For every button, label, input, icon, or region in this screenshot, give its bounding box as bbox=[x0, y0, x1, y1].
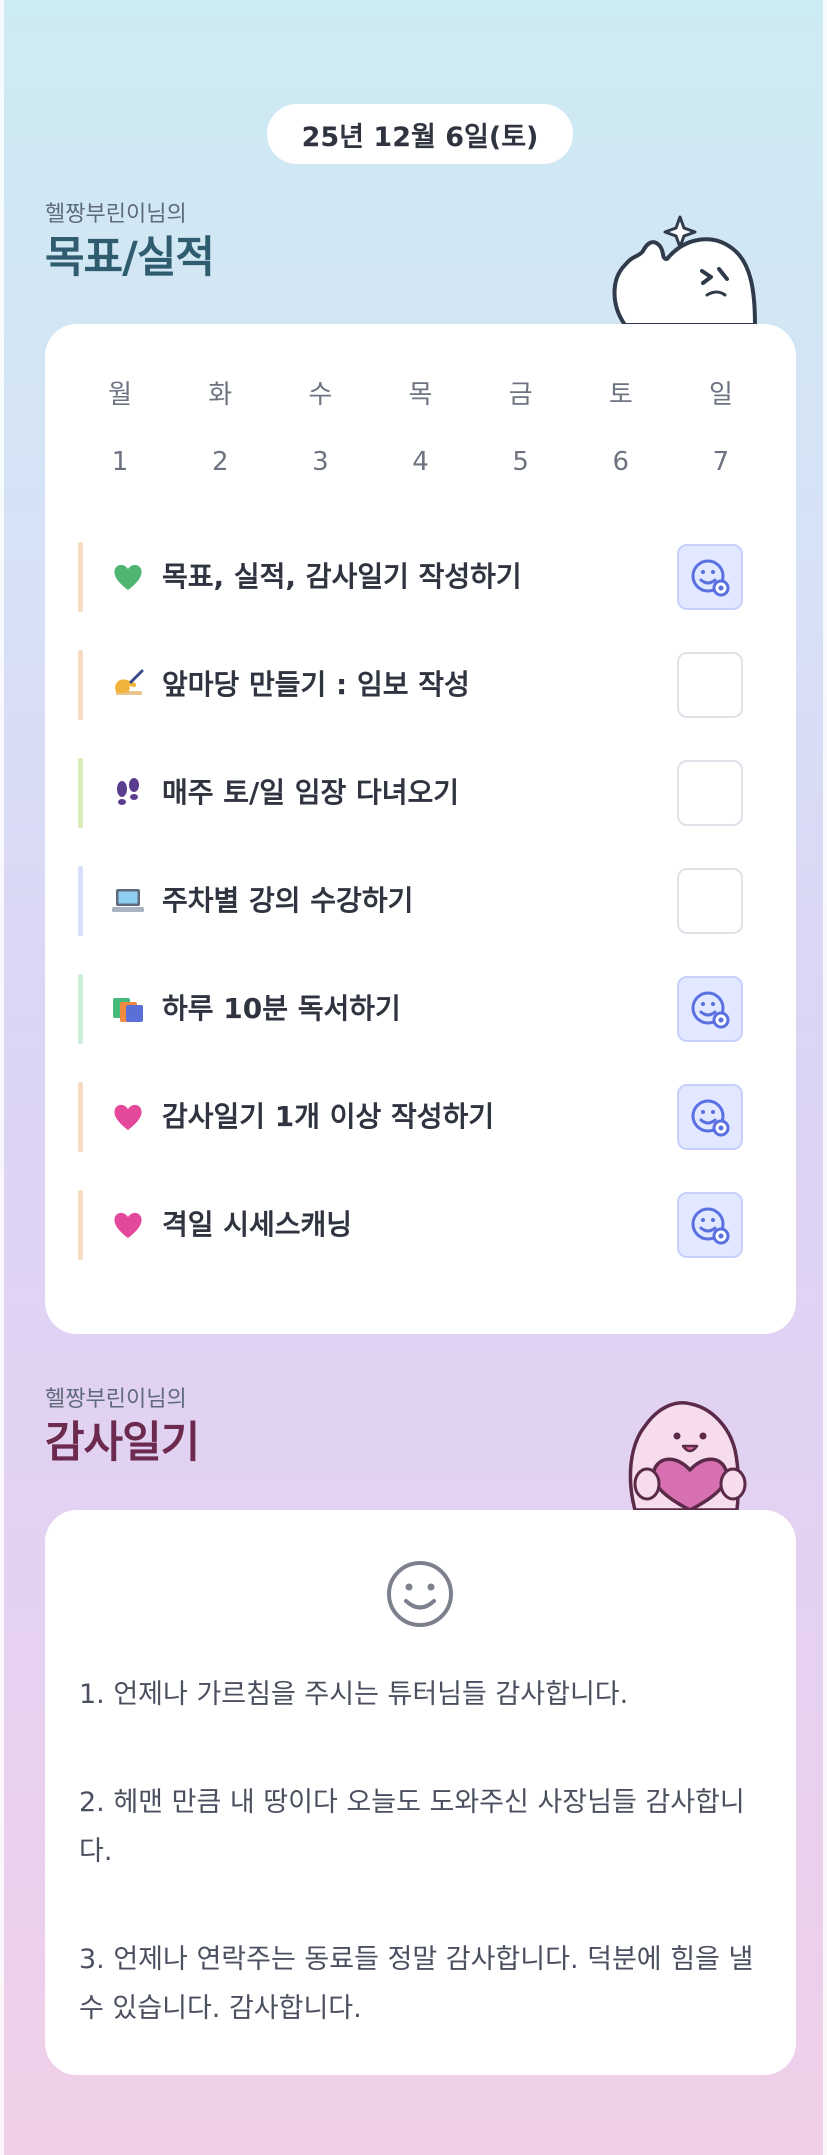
goal-check-button[interactable] bbox=[677, 652, 743, 718]
thanks-owner-label: 헬짱부린이님의 bbox=[45, 1387, 187, 1412]
day-name-sat[interactable]: 토 bbox=[571, 374, 671, 411]
goals-title: 목표/실적 bbox=[45, 233, 215, 283]
goal-item: 매주 토/일 임장 다녀오기 bbox=[78, 758, 743, 828]
week-day-names: 월 화 수 목 금 토 일 bbox=[70, 374, 771, 411]
week-day-numbers: 1 2 3 4 5 6 7 bbox=[70, 447, 771, 477]
smile-check-icon bbox=[691, 991, 730, 1029]
thanks-section-header: 헬짱부린이님의 감사일기 bbox=[45, 1387, 200, 1468]
day-name-fri[interactable]: 금 bbox=[471, 374, 571, 411]
goals-card: 월 화 수 목 금 토 일 1 2 3 4 5 6 7 목표, 실적, 감사일기… bbox=[45, 324, 796, 1334]
frame-edge-left bbox=[0, 0, 4, 2155]
smile-check-icon bbox=[691, 1207, 730, 1245]
day-number-6[interactable]: 6 bbox=[571, 447, 671, 477]
goal-accent-bar bbox=[78, 650, 83, 720]
goal-accent-bar bbox=[78, 1082, 83, 1152]
pink-heart-icon bbox=[111, 1208, 145, 1242]
footprints-icon bbox=[111, 776, 145, 810]
goal-check-button[interactable] bbox=[677, 760, 743, 826]
day-name-thu[interactable]: 목 bbox=[370, 374, 470, 411]
heart-mascot-icon bbox=[628, 1401, 747, 1510]
day-number-5[interactable]: 5 bbox=[471, 447, 571, 477]
goal-label: 격일 시세스캐닝 bbox=[162, 1208, 353, 1241]
writing-hand-icon bbox=[111, 668, 145, 702]
smiley-icon bbox=[387, 1561, 453, 1627]
goal-label: 앞마당 만들기 : 임보 작성 bbox=[162, 668, 470, 701]
goal-check-button[interactable] bbox=[677, 1084, 743, 1150]
smile-check-icon bbox=[691, 1099, 730, 1137]
green-heart-icon bbox=[111, 560, 145, 594]
day-number-2[interactable]: 2 bbox=[170, 447, 270, 477]
thanks-title: 감사일기 bbox=[45, 1418, 200, 1468]
ghost-mascot-icon bbox=[612, 215, 757, 325]
thanks-card: 1. 언제나 가르침을 주시는 튜터님들 감사합니다. 2. 헤맨 만큼 내 땅… bbox=[45, 1510, 796, 2075]
goal-accent-bar bbox=[78, 1190, 83, 1260]
thanks-entry-2: 2. 헤맨 만큼 내 땅이다 오늘도 도와주신 사장님들 감사합니다. bbox=[79, 1787, 745, 1867]
frame-edge-right bbox=[823, 0, 827, 2155]
date-pill[interactable]: 25년 12월 6일(토) bbox=[267, 104, 573, 164]
goal-accent-bar bbox=[78, 974, 83, 1044]
goal-accent-bar bbox=[78, 542, 83, 612]
goal-accent-bar bbox=[78, 866, 83, 936]
goal-check-button[interactable] bbox=[677, 976, 743, 1042]
smile-check-icon bbox=[691, 559, 730, 597]
day-name-mon[interactable]: 월 bbox=[70, 374, 170, 411]
goal-label: 감사일기 1개 이상 작성하기 bbox=[162, 1100, 495, 1133]
day-number-4[interactable]: 4 bbox=[370, 447, 470, 477]
day-name-tue[interactable]: 화 bbox=[170, 374, 270, 411]
day-name-sun[interactable]: 일 bbox=[671, 374, 771, 411]
goal-item: 목표, 실적, 감사일기 작성하기 bbox=[78, 542, 743, 612]
goal-item: 격일 시세스캐닝 bbox=[78, 1190, 743, 1260]
day-number-3[interactable]: 3 bbox=[270, 447, 370, 477]
goal-label: 목표, 실적, 감사일기 작성하기 bbox=[162, 560, 522, 593]
goal-accent-bar bbox=[78, 758, 83, 828]
goal-item: 주차별 강의 수강하기 bbox=[78, 866, 743, 936]
books-icon bbox=[111, 992, 145, 1026]
day-name-wed[interactable]: 수 bbox=[270, 374, 370, 411]
goal-check-button[interactable] bbox=[677, 544, 743, 610]
day-number-7[interactable]: 7 bbox=[671, 447, 771, 477]
goal-item: 감사일기 1개 이상 작성하기 bbox=[78, 1082, 743, 1152]
goal-label: 하루 10분 독서하기 bbox=[162, 992, 401, 1025]
goal-item: 하루 10분 독서하기 bbox=[78, 974, 743, 1044]
laptop-icon bbox=[111, 884, 145, 918]
thanks-entry-3: 3. 언제나 연락주는 동료들 정말 감사합니다. 덕분에 힘을 낼 수 있습니… bbox=[79, 1944, 754, 2024]
goal-item: 앞마당 만들기 : 임보 작성 bbox=[78, 650, 743, 720]
goal-label: 매주 토/일 임장 다녀오기 bbox=[162, 776, 460, 809]
day-number-1[interactable]: 1 bbox=[70, 447, 170, 477]
goals-section-header: 헬짱부린이님의 목표/실적 bbox=[45, 202, 215, 283]
goal-label: 주차별 강의 수강하기 bbox=[162, 884, 414, 917]
goal-check-button[interactable] bbox=[677, 868, 743, 934]
goals-owner-label: 헬짱부린이님의 bbox=[45, 202, 187, 227]
goal-check-button[interactable] bbox=[677, 1192, 743, 1258]
pink-heart-icon bbox=[111, 1100, 145, 1134]
thanks-entry-1: 1. 언제나 가르침을 주시는 튜터님들 감사합니다. bbox=[79, 1679, 629, 1710]
